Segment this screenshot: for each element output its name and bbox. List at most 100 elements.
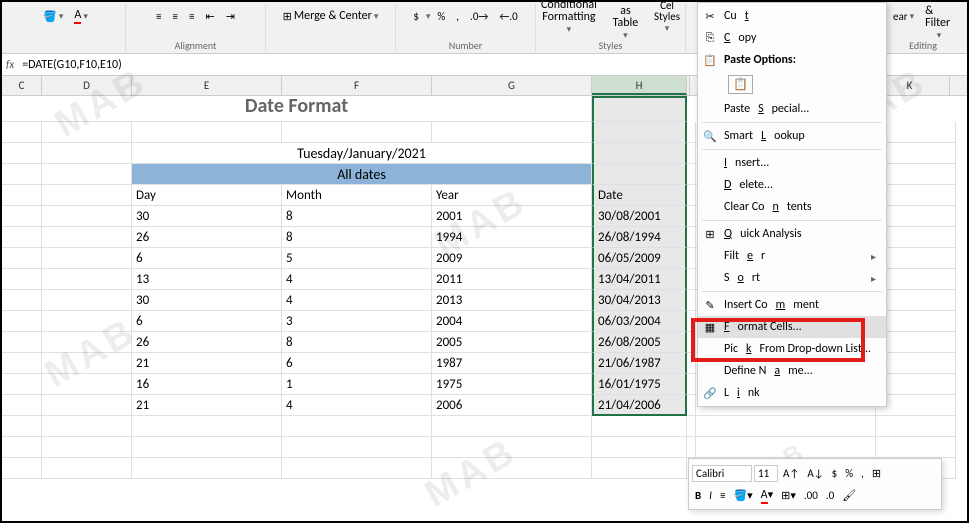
fill-color-btn[interactable]: 🪣▾ <box>39 8 67 25</box>
cell[interactable] <box>592 122 687 143</box>
cell[interactable] <box>282 437 432 458</box>
cell[interactable] <box>876 353 956 374</box>
col-header-D[interactable]: D <box>42 76 132 95</box>
cell[interactable] <box>2 395 42 416</box>
currency-btn[interactable]: $ <box>409 8 423 25</box>
cell[interactable] <box>687 143 696 164</box>
cell[interactable]: 3 <box>282 311 432 332</box>
menu-cut[interactable]: ✂Cut <box>698 5 886 27</box>
cell[interactable] <box>687 374 696 395</box>
col-header-H[interactable]: H <box>592 76 687 95</box>
mini-bold[interactable]: B <box>692 488 704 503</box>
mini-inc-dec[interactable]: .00 <box>801 488 821 503</box>
cell[interactable]: Day <box>132 185 282 206</box>
cell[interactable] <box>687 164 696 185</box>
cell[interactable] <box>132 458 282 479</box>
cell[interactable] <box>42 269 132 290</box>
cell[interactable] <box>42 227 132 248</box>
col-header-E[interactable]: E <box>132 76 282 95</box>
cell[interactable] <box>592 458 687 479</box>
cell[interactable] <box>42 185 132 206</box>
cell[interactable] <box>2 206 42 227</box>
cell[interactable] <box>42 332 132 353</box>
cell[interactable] <box>592 416 687 437</box>
cell[interactable]: 06/05/2009 <box>592 248 687 269</box>
cell[interactable] <box>132 122 282 143</box>
cell[interactable] <box>42 437 132 458</box>
cell[interactable] <box>687 227 696 248</box>
cell[interactable]: All dates <box>132 164 592 185</box>
cell[interactable] <box>2 437 42 458</box>
cell[interactable] <box>876 395 956 416</box>
mini-fill[interactable]: 🪣▾ <box>730 488 755 503</box>
mini-fontcolor[interactable]: A▾ <box>758 487 776 503</box>
menu-paste-special[interactable]: Paste Special... <box>698 98 886 120</box>
cell[interactable] <box>876 290 956 311</box>
cell[interactable]: 30 <box>132 290 282 311</box>
cell[interactable] <box>687 395 696 416</box>
cell[interactable] <box>876 206 956 227</box>
cell[interactable] <box>2 269 42 290</box>
menu-sort[interactable]: Sort▸ <box>698 267 886 289</box>
cell[interactable] <box>876 122 956 143</box>
cell[interactable] <box>2 353 42 374</box>
cell[interactable]: 4 <box>282 269 432 290</box>
cell[interactable] <box>282 416 432 437</box>
cell[interactable] <box>687 185 696 206</box>
cell[interactable] <box>282 122 432 143</box>
cell[interactable]: 16 <box>132 374 282 395</box>
cell[interactable]: 30/08/2001 <box>592 206 687 227</box>
cell[interactable] <box>42 395 132 416</box>
cell[interactable]: 2004 <box>432 311 592 332</box>
percent-btn[interactable]: % <box>433 8 449 25</box>
cell[interactable] <box>687 311 696 332</box>
menu-paste-btn[interactable]: 📋 <box>698 71 886 98</box>
cell[interactable]: 30/04/2013 <box>592 290 687 311</box>
title-cell[interactable]: Date Format <box>2 96 592 122</box>
cell[interactable] <box>876 311 956 332</box>
cell[interactable]: 21 <box>132 395 282 416</box>
cell[interactable] <box>687 269 696 290</box>
cell[interactable] <box>876 227 956 248</box>
cell[interactable]: 1 <box>282 374 432 395</box>
cell[interactable]: 2011 <box>432 269 592 290</box>
cell[interactable] <box>2 227 42 248</box>
cell[interactable] <box>876 164 956 185</box>
cell[interactable] <box>687 206 696 227</box>
mini-percent[interactable]: % <box>842 466 856 481</box>
font-color-btn[interactable]: A▾ <box>70 6 91 26</box>
cell[interactable]: 26 <box>132 332 282 353</box>
cell[interactable] <box>696 437 876 458</box>
cell[interactable]: 5 <box>282 248 432 269</box>
menu-pick-list[interactable]: Pick From Drop-down List... <box>698 338 886 360</box>
menu-smart-lookup[interactable]: 🔍Smart Lookup <box>698 125 886 147</box>
mini-border[interactable]: ⊞▾ <box>778 488 799 503</box>
cell[interactable] <box>592 96 687 122</box>
cell[interactable]: 2013 <box>432 290 592 311</box>
cell[interactable] <box>432 437 592 458</box>
cell[interactable]: 26 <box>132 227 282 248</box>
cell[interactable] <box>876 416 956 437</box>
cell[interactable] <box>42 374 132 395</box>
mini-shrink[interactable]: A↓ <box>804 466 826 481</box>
mini-dec-dec[interactable]: .0 <box>823 488 837 503</box>
cond-format-btn[interactable]: Conditional Formatting▾ <box>537 0 601 36</box>
cell[interactable] <box>42 248 132 269</box>
menu-define-name[interactable]: Define Name... <box>698 360 886 382</box>
cell[interactable] <box>2 185 42 206</box>
cell[interactable] <box>2 164 42 185</box>
fx-label[interactable]: fx <box>6 58 14 71</box>
mini-align[interactable]: ≡ <box>717 488 728 503</box>
menu-clear[interactable]: Clear Contents <box>698 196 886 218</box>
mini-italic[interactable]: I <box>706 488 715 503</box>
mini-comma[interactable]: , <box>858 466 867 481</box>
col-header-C[interactable]: C <box>2 76 42 95</box>
cell[interactable] <box>42 122 132 143</box>
menu-filter[interactable]: Filter▸ <box>698 245 886 267</box>
cell[interactable] <box>2 311 42 332</box>
cell[interactable] <box>42 206 132 227</box>
cell[interactable] <box>687 353 696 374</box>
cell[interactable] <box>876 437 956 458</box>
merge-center-btn[interactable]: ⊞ Merge & Center ▾ <box>279 7 383 25</box>
cell[interactable]: 6 <box>282 353 432 374</box>
